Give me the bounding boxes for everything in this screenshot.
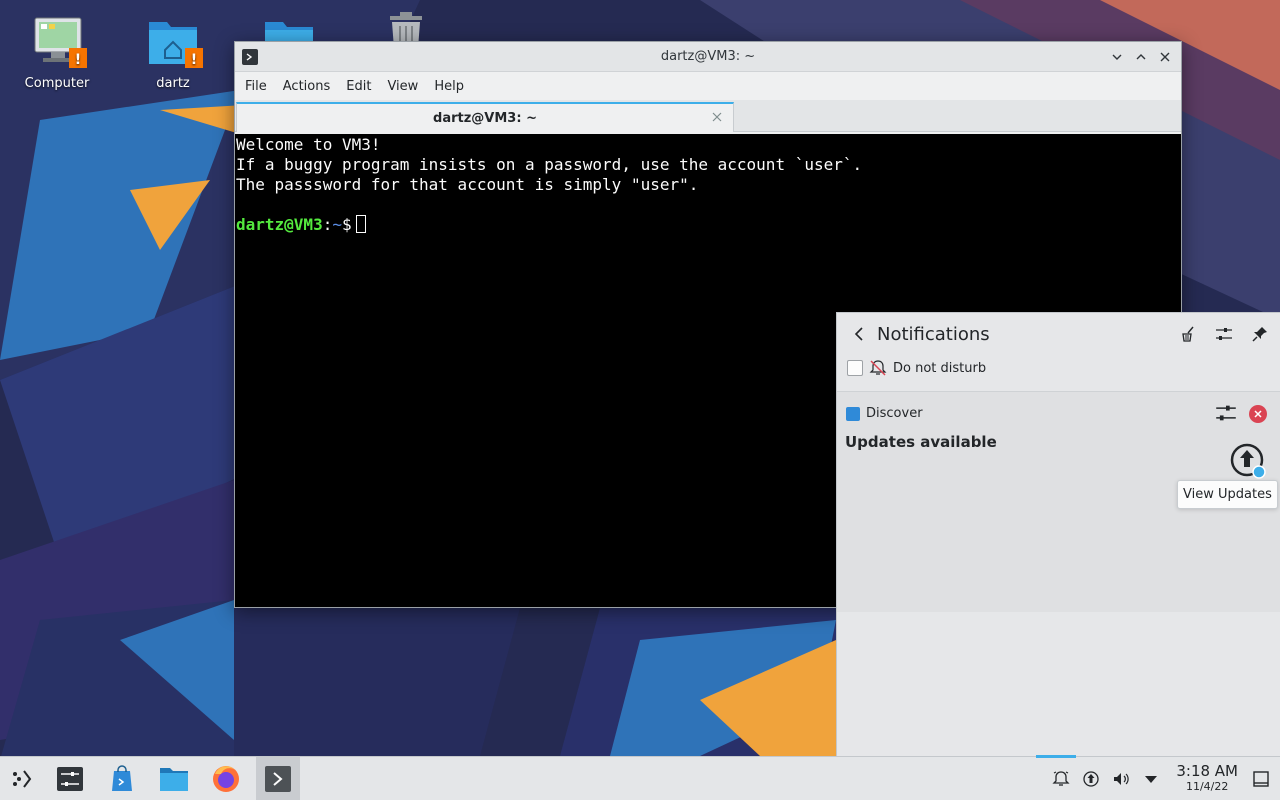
clear-all-button[interactable] [1176, 322, 1200, 346]
notifications-header: Notifications [837, 313, 1280, 355]
clock-date: 11/4/22 [1185, 779, 1229, 793]
system-tray: 3:18 AM 11/4/22 [1046, 757, 1280, 800]
digital-clock[interactable]: 3:18 AM 11/4/22 [1176, 763, 1238, 795]
tray-updates[interactable] [1081, 769, 1101, 789]
minimize-button[interactable] [1107, 47, 1127, 67]
notification-configure-button[interactable] [1215, 402, 1239, 426]
close-tab-button[interactable] [709, 109, 725, 125]
do-not-disturb-checkbox[interactable] [847, 360, 863, 376]
taskbar-discover[interactable] [100, 757, 144, 800]
tab-bar: dartz@VM3: ~ [235, 100, 1181, 132]
notification-settings-button[interactable] [1212, 322, 1236, 346]
settings-sliders-icon [1216, 405, 1236, 421]
menu-view[interactable]: View [379, 79, 426, 94]
tab-title: dartz@VM3: ~ [433, 110, 537, 126]
broom-icon [1182, 326, 1194, 342]
close-icon [1160, 52, 1170, 61]
notification-close-button[interactable] [1249, 405, 1267, 423]
terminal-line: Welcome to VM3! [236, 135, 381, 154]
prompt-separator: : [322, 215, 333, 234]
view-updates-tooltip: View Updates [1177, 480, 1278, 509]
desktop-icon-label: Computer [24, 76, 90, 91]
pin-button[interactable] [1248, 322, 1272, 346]
update-icon [1083, 770, 1099, 787]
discover-icon [112, 764, 132, 791]
svg-text:!: ! [191, 52, 197, 68]
maximize-button[interactable] [1131, 47, 1151, 67]
system-settings-icon [57, 766, 83, 791]
chevron-down-icon [1112, 54, 1122, 60]
home-folder-icon: ! [143, 12, 203, 72]
tray-notifications[interactable] [1051, 769, 1071, 789]
svg-text:!: ! [75, 52, 81, 68]
menu-edit[interactable]: Edit [338, 79, 379, 94]
text-cursor [355, 215, 366, 233]
show-desktop-button[interactable] [1250, 768, 1272, 790]
notification-summary: Updates available [845, 433, 997, 451]
taskbar: 3:18 AM 11/4/22 [0, 756, 1280, 800]
prompt-path: ~ [332, 215, 342, 234]
do-not-disturb-label: Do not disturb [893, 360, 987, 376]
menu-actions[interactable]: Actions [275, 79, 339, 94]
close-icon [1254, 410, 1262, 418]
chevron-up-icon [1136, 53, 1146, 59]
settings-sliders-icon [1216, 328, 1232, 340]
chevron-left-icon [854, 327, 863, 341]
taskbar-konsole[interactable] [256, 756, 300, 800]
notifications-popup[interactable]: Notifications Do not disturb Discover Up… [836, 312, 1280, 756]
triangle-down-icon [1145, 775, 1158, 783]
prompt-user: dartz@VM3 [236, 215, 323, 234]
terminal-line: The passsword for that account is simply… [236, 175, 699, 194]
terminal-prompt[interactable]: dartz@VM3:~$ [236, 215, 1180, 235]
notifications-title: Notifications [877, 323, 990, 345]
window-titlebar[interactable]: dartz@VM3: ~ [235, 42, 1181, 72]
notification-app-name: Discover [866, 406, 923, 421]
desktop-icon-label: dartz [156, 76, 190, 91]
taskbar-dolphin[interactable] [152, 757, 196, 800]
menu-file[interactable]: File [237, 79, 275, 94]
update-icon [1230, 443, 1266, 479]
terminal-line: If a buggy program insists on a password… [236, 155, 863, 174]
terminal-tab[interactable]: dartz@VM3: ~ [236, 102, 734, 132]
discover-icon [846, 406, 860, 421]
menu-help[interactable]: Help [426, 79, 472, 94]
tray-active-indicator [1036, 755, 1076, 758]
close-icon [712, 112, 722, 122]
view-updates-button[interactable] [1229, 442, 1269, 482]
menubar: File Actions Edit View Help [235, 72, 1181, 100]
prompt-symbol: $ [341, 215, 352, 234]
close-window-button[interactable] [1155, 47, 1175, 67]
taskbar-system-settings[interactable] [48, 757, 92, 800]
firefox-icon [213, 765, 239, 792]
computer-icon: ! [27, 12, 87, 72]
pin-icon [1252, 327, 1267, 342]
taskbar-firefox[interactable] [204, 757, 248, 800]
notification-app: Discover [846, 406, 923, 421]
tray-volume[interactable] [1111, 769, 1131, 789]
desktop-icon-dartz[interactable]: ! dartz [125, 12, 221, 91]
konsole-icon [265, 765, 291, 792]
back-button[interactable] [847, 322, 871, 346]
tray-expand-button[interactable] [1141, 769, 1161, 789]
bell-icon [1052, 770, 1070, 786]
application-launcher-button[interactable] [0, 757, 44, 800]
launcher-icon [13, 769, 32, 788]
window-title: dartz@VM3: ~ [660, 49, 756, 64]
desktop-icon-computer[interactable]: ! Computer [9, 12, 105, 91]
bell-disabled-icon [869, 360, 887, 376]
clock-time: 3:18 AM [1176, 761, 1238, 780]
show-desktop-icon [1253, 770, 1269, 787]
konsole-icon[interactable] [242, 48, 258, 65]
volume-icon [1114, 772, 1130, 785]
do-not-disturb-row[interactable]: Do not disturb [837, 355, 1280, 381]
dolphin-icon [160, 767, 188, 791]
